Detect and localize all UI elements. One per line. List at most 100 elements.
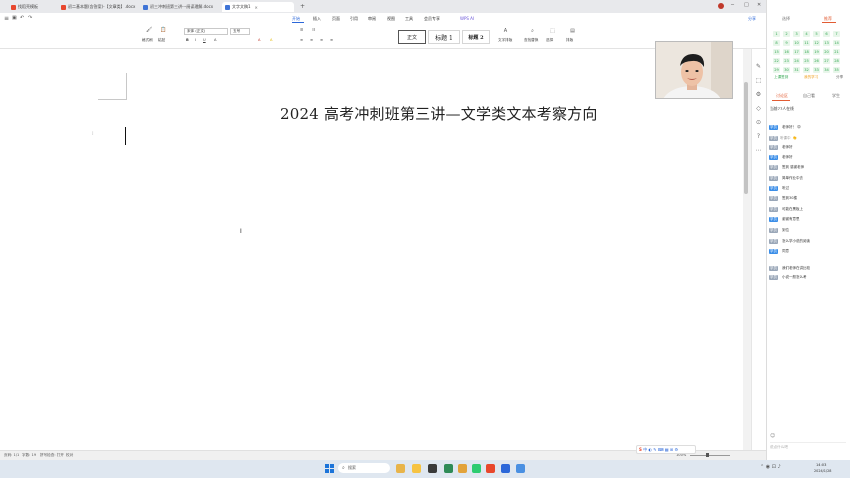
answer-cell[interactable]: 23 bbox=[783, 58, 790, 64]
answer-cell[interactable]: 34 bbox=[823, 67, 830, 73]
app-icon[interactable] bbox=[396, 464, 405, 473]
answer-cell[interactable]: 3 bbox=[793, 31, 800, 37]
answer-cell[interactable]: 28 bbox=[833, 58, 840, 64]
tab-1[interactable]: 初二基本题(含答案)-【文章类】.docx bbox=[58, 2, 138, 12]
edit-icon[interactable]: ✎ bbox=[755, 64, 762, 70]
app-icon[interactable] bbox=[444, 464, 453, 473]
select-icon[interactable]: ⬚ bbox=[755, 78, 762, 84]
windows-start-icon[interactable] bbox=[325, 464, 334, 473]
answer-cell[interactable]: 13 bbox=[823, 40, 830, 46]
numbering-icon[interactable]: ☷ bbox=[312, 28, 315, 32]
new-tab-button[interactable]: + bbox=[300, 3, 305, 10]
align-left-icon[interactable]: ≡ bbox=[300, 38, 303, 42]
answer-cell[interactable]: 18 bbox=[803, 49, 810, 55]
word-count[interactable]: 字数: 19 bbox=[22, 453, 36, 458]
style-heading-1[interactable]: 标题 1 bbox=[428, 30, 460, 44]
find-replace-label[interactable]: 查找替换 bbox=[524, 38, 538, 43]
highlight-button[interactable]: A bbox=[270, 38, 272, 42]
answer-cell[interactable]: 11 bbox=[803, 40, 810, 46]
proofread[interactable]: 校对 bbox=[66, 453, 73, 458]
answer-cell[interactable]: 22 bbox=[773, 58, 780, 64]
menu-view[interactable]: 视图 bbox=[387, 16, 395, 22]
browser-icon[interactable] bbox=[516, 464, 525, 473]
my-study-button[interactable]: 我的学习 bbox=[804, 75, 818, 80]
answer-cell[interactable]: 15 bbox=[773, 49, 780, 55]
strikethrough-button[interactable]: A bbox=[214, 38, 216, 42]
answer-cell[interactable]: 33 bbox=[813, 67, 820, 73]
answer-cell[interactable]: 5 bbox=[813, 31, 820, 37]
wps-icon[interactable] bbox=[486, 464, 495, 473]
menu-page[interactable]: 页面 bbox=[332, 16, 340, 22]
font-size-select[interactable]: 五号 bbox=[230, 28, 250, 35]
close-button[interactable]: ✕ bbox=[757, 2, 761, 8]
share-button[interactable]: 分享 bbox=[836, 75, 843, 80]
shapes-icon[interactable]: ◇ bbox=[755, 106, 762, 112]
layout-label[interactable]: 排版 bbox=[566, 38, 573, 43]
menu-tools[interactable]: 工具 bbox=[405, 16, 413, 22]
answer-cell[interactable]: 9 bbox=[783, 40, 790, 46]
answer-cell[interactable]: 8 bbox=[773, 40, 780, 46]
menu-member[interactable]: 会员专享 bbox=[424, 16, 440, 22]
menu-insert[interactable]: 插入 bbox=[313, 16, 321, 22]
maximize-button[interactable]: □ bbox=[744, 2, 749, 8]
text-layout-icon[interactable]: A bbox=[503, 29, 508, 34]
style-heading-2[interactable]: 标题 2 bbox=[462, 30, 490, 44]
tab-2[interactable]: 初三冲刺班第三讲---阅读理解.docx bbox=[140, 2, 220, 12]
font-name-select[interactable]: 宋体 (正文) bbox=[184, 28, 228, 35]
lock-icon[interactable]: ⊙ bbox=[755, 120, 762, 126]
app-icon[interactable] bbox=[428, 464, 437, 473]
answer-cell[interactable]: 19 bbox=[813, 49, 820, 55]
redo-icon[interactable]: ↷ bbox=[28, 15, 32, 21]
app-icon[interactable] bbox=[458, 464, 467, 473]
wechat-icon[interactable] bbox=[472, 464, 481, 473]
search-icon[interactable]: ⌕ bbox=[530, 29, 535, 34]
tab-students[interactable]: 学生 bbox=[832, 93, 840, 99]
italic-button[interactable]: I bbox=[195, 38, 196, 42]
avatar[interactable] bbox=[718, 3, 724, 9]
paste-icon[interactable]: 📋 bbox=[160, 28, 166, 33]
zoom-slider-thumb[interactable] bbox=[706, 453, 709, 457]
undo-icon[interactable]: ↶ bbox=[20, 15, 24, 21]
text-layout-label[interactable]: 文字排版 bbox=[498, 38, 512, 43]
bullets-icon[interactable]: ☰ bbox=[300, 28, 303, 32]
zoom-slider[interactable] bbox=[690, 455, 730, 456]
clock-time[interactable]: 14:03 bbox=[816, 463, 826, 467]
tab-self-view[interactable]: 自己看 bbox=[803, 93, 815, 99]
layout-icon[interactable]: ▤ bbox=[570, 29, 575, 34]
tab-3[interactable]: 文字文稿1 ✕ bbox=[222, 2, 294, 12]
select-icon[interactable]: ⬚ bbox=[550, 29, 555, 34]
menu-icon[interactable]: ≡ bbox=[4, 15, 9, 22]
answer-cell[interactable]: 27 bbox=[823, 58, 830, 64]
taskbar-search[interactable]: 搜索 bbox=[338, 463, 390, 473]
answer-cell[interactable]: 10 bbox=[793, 40, 800, 46]
answer-cell[interactable]: 30 bbox=[783, 67, 790, 73]
save-icon[interactable]: ▣ bbox=[12, 15, 17, 21]
more-icon[interactable]: ⋯ bbox=[755, 148, 762, 154]
emoji-icon[interactable]: ☺ bbox=[770, 433, 775, 439]
answer-cell[interactable]: 17 bbox=[793, 49, 800, 55]
answer-cell[interactable]: 29 bbox=[773, 67, 780, 73]
tab-select[interactable]: 选择 bbox=[782, 16, 790, 22]
style-normal[interactable]: 正文 bbox=[398, 30, 426, 44]
answer-cell[interactable]: 6 bbox=[823, 31, 830, 37]
align-right-icon[interactable]: ≡ bbox=[320, 38, 323, 42]
answer-cell[interactable]: 21 bbox=[833, 49, 840, 55]
justify-icon[interactable]: ≡ bbox=[330, 38, 333, 42]
tab-0[interactable]: 找稻壳模板 bbox=[8, 2, 58, 12]
tray-icons[interactable]: ⌃ ◉ ⊡ ♪ bbox=[760, 464, 781, 470]
answer-cell[interactable]: 7 bbox=[833, 31, 840, 37]
answer-cell[interactable]: 1 bbox=[773, 31, 780, 37]
page-count[interactable]: 页码: 1/1 bbox=[4, 453, 19, 458]
document-title[interactable]: 2024 高考冲刺班第三讲—文学类文本考察方向 bbox=[280, 103, 598, 124]
share-button[interactable]: 分享 bbox=[748, 16, 756, 22]
menu-reference[interactable]: 引用 bbox=[350, 16, 358, 22]
answer-cell[interactable]: 31 bbox=[793, 67, 800, 73]
paste-label[interactable]: 粘贴 bbox=[158, 38, 165, 43]
tab-discussion[interactable]: 讨论区 bbox=[776, 93, 788, 99]
bold-button[interactable]: B bbox=[186, 38, 189, 42]
align-center-icon[interactable]: ≡ bbox=[310, 38, 313, 42]
answer-cell[interactable]: 24 bbox=[793, 58, 800, 64]
checkin-button[interactable]: 上课签到 bbox=[774, 75, 788, 80]
scrollbar-thumb[interactable] bbox=[744, 82, 748, 194]
help-icon[interactable]: ? bbox=[755, 134, 762, 140]
